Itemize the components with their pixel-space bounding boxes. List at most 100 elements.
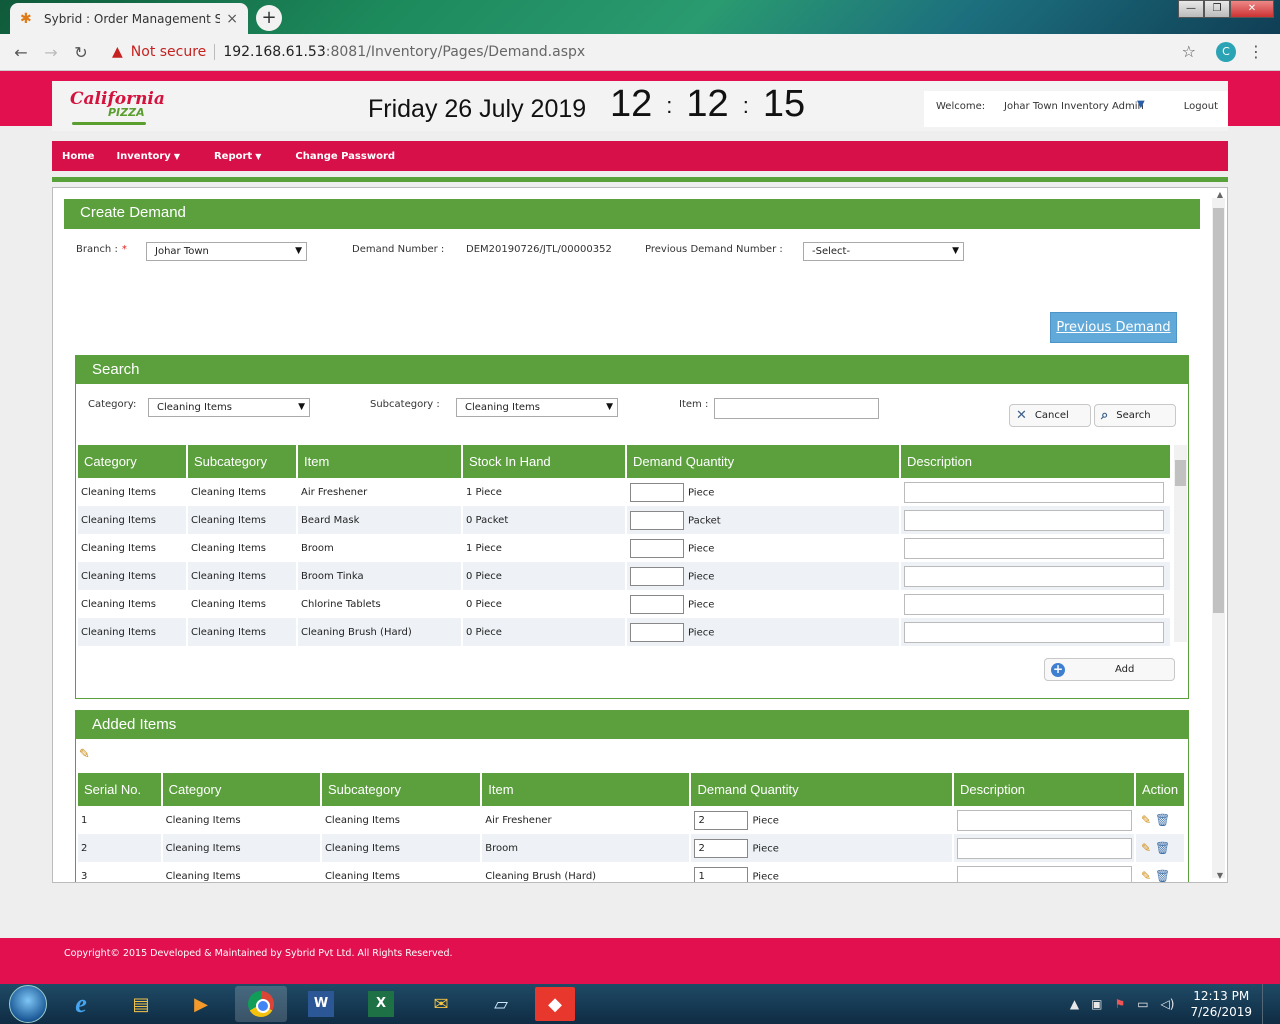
cancel-button-label: Cancel <box>1034 410 1069 421</box>
california-pizza-logo[interactable]: California PIZZA <box>70 89 165 127</box>
add-button[interactable]: + Add <box>1044 658 1175 681</box>
kebab-icon[interactable]: ⋮ <box>1248 42 1264 61</box>
pencil-icon[interactable]: ✎ <box>1141 869 1151 882</box>
col-demand-quantity: Demand Quantity <box>627 445 899 478</box>
category-select[interactable]: Cleaning Items ▼ <box>148 398 310 417</box>
previous-demand-select[interactable]: -Select- ▼ <box>803 242 964 261</box>
clock-hours: 12 <box>610 83 653 125</box>
footer-copyright: Copyright© 2015 Developed & Maintained b… <box>64 948 453 959</box>
flag-icon[interactable]: ⚑ <box>1114 997 1125 1011</box>
description-input[interactable] <box>904 481 1164 503</box>
welcome-label: Welcome: <box>936 101 986 112</box>
subcategory-select[interactable]: Cleaning Items ▼ <box>456 398 618 417</box>
show-desktop-button[interactable] <box>1262 984 1272 1024</box>
network-status-icon[interactable]: ▭ <box>1137 997 1148 1011</box>
description-input[interactable] <box>904 537 1164 559</box>
quantity-input[interactable]: 1 <box>694 866 749 882</box>
cancel-button[interactable]: ✕ Cancel <box>1009 404 1091 427</box>
outlook-icon[interactable]: ✉ <box>415 986 467 1022</box>
internet-explorer-icon[interactable]: e <box>55 986 107 1022</box>
start-button[interactable] <box>9 985 47 1023</box>
trash-icon[interactable]: 🗑 <box>1155 813 1170 827</box>
word-icon-wrap[interactable]: W <box>295 986 347 1022</box>
quantity-input[interactable]: 2 <box>694 838 749 858</box>
item-input[interactable] <box>714 398 879 419</box>
reload-icon[interactable]: ↻ <box>66 43 96 62</box>
new-tab-button[interactable]: + <box>256 5 282 31</box>
menu-home[interactable]: Home <box>62 151 94 162</box>
profile-avatar[interactable]: C <box>1216 42 1236 62</box>
branch-select[interactable]: Johar Town ▼ <box>146 242 307 261</box>
description-input[interactable] <box>904 621 1164 643</box>
pencil-icon[interactable]: ✎ <box>1141 841 1151 855</box>
description-input[interactable] <box>957 837 1133 859</box>
taskbar-clock[interactable]: 12:13 PM 7/26/2019 <box>1190 988 1252 1020</box>
browser-tab[interactable]: ✱ Sybrid : Order Management Syst × <box>10 3 248 34</box>
quantity-input[interactable] <box>630 566 684 586</box>
browser-tabstrip: ✱ Sybrid : Order Management Syst × + — ❐… <box>0 0 1280 34</box>
description-input[interactable] <box>904 565 1164 587</box>
excel-icon-wrap[interactable]: X <box>355 986 407 1022</box>
cell-subcategory: Cleaning Items <box>188 562 296 590</box>
branch-label: Branch : * <box>76 244 127 255</box>
user-caret-icon[interactable]: ▼ <box>1137 99 1145 110</box>
volume-icon[interactable]: ◁) <box>1161 997 1175 1011</box>
tab-title: Sybrid : Order Management Syst <box>44 11 221 26</box>
chrome-icon[interactable] <box>235 986 287 1022</box>
cell-category: Cleaning Items <box>78 618 186 646</box>
search-panel: Search Category: Cleaning Items ▼ Subcat… <box>75 355 1189 699</box>
cell-category: Cleaning Items <box>81 486 156 498</box>
unit-label: Piece <box>752 871 779 882</box>
logout-link[interactable]: Logout <box>1184 101 1218 112</box>
security-indicator[interactable]: ▲ Not secure <box>112 44 206 60</box>
cell-demand-quantity: 2 Piece <box>691 806 952 834</box>
col-demand-quantity: Demand Quantity <box>691 773 953 806</box>
scanner-icon[interactable]: ▱ <box>475 986 527 1022</box>
menu-report[interactable]: Report ▼ <box>214 151 261 162</box>
minimize-button[interactable]: — <box>1178 0 1204 18</box>
trash-icon[interactable]: 🗑 <box>1155 869 1170 882</box>
show-hidden-icons-icon[interactable]: ▲ <box>1070 997 1079 1011</box>
previous-demand-button[interactable]: Previous Demand <box>1050 312 1177 343</box>
cell-stock: 0 Packet <box>463 506 625 534</box>
quantity-input[interactable] <box>630 482 684 502</box>
star-icon[interactable]: ☆ <box>1182 42 1196 61</box>
forward-arrow-icon[interactable]: → <box>36 43 66 62</box>
menu-change-password[interactable]: Change Password <box>295 151 395 162</box>
user-name-dropdown[interactable]: Johar Town Inventory Admin <box>1004 101 1144 112</box>
cell-subcategory: Cleaning Items <box>191 486 266 498</box>
close-window-button[interactable]: ✕ <box>1230 0 1274 18</box>
menu-inventory[interactable]: Inventory ▼ <box>116 151 180 162</box>
quantity-input[interactable] <box>630 538 684 558</box>
chrome-logo <box>248 991 274 1017</box>
quantity-input[interactable] <box>630 622 684 642</box>
quantity-input[interactable] <box>630 510 684 530</box>
quantity-input[interactable] <box>630 594 684 614</box>
site-footer: Copyright© 2015 Developed & Maintained b… <box>0 938 1280 984</box>
search-button[interactable]: ⌕ Search <box>1094 404 1176 427</box>
back-arrow-icon[interactable]: ← <box>6 43 36 62</box>
search-icon: ⌕ <box>1101 408 1109 423</box>
table-scroll-thumb[interactable] <box>1175 460 1186 486</box>
description-input[interactable] <box>904 509 1164 531</box>
anydesk-icon[interactable]: ◆ <box>535 987 575 1021</box>
restore-button[interactable]: ❐ <box>1204 0 1230 18</box>
pencil-icon[interactable]: ✎ <box>79 747 90 762</box>
media-player-icon[interactable]: ▶ <box>175 986 227 1022</box>
pencil-icon[interactable]: ✎ <box>1141 813 1151 827</box>
cell-description <box>901 478 1170 506</box>
description-input[interactable] <box>957 809 1133 831</box>
trash-icon[interactable]: 🗑 <box>1155 841 1170 855</box>
chevron-down-icon: ▼ <box>255 151 262 161</box>
scroll-up-arrow-icon[interactable]: ▲ <box>1217 190 1223 199</box>
url-field[interactable]: 192.168.61.53:8081/Inventory/Pages/Deman… <box>223 44 585 60</box>
file-explorer-icon[interactable]: ▤ <box>115 986 167 1022</box>
cell-item: Cleaning Brush (Hard) <box>485 870 597 882</box>
quantity-input[interactable]: 2 <box>694 810 749 830</box>
scroll-down-arrow-icon[interactable]: ▼ <box>1217 871 1223 880</box>
tab-close-icon[interactable]: × <box>226 11 238 27</box>
page-scroll-thumb[interactable] <box>1213 208 1224 613</box>
description-input[interactable] <box>904 593 1164 615</box>
description-input[interactable] <box>957 865 1133 882</box>
network-icon[interactable]: ▣ <box>1091 997 1102 1011</box>
